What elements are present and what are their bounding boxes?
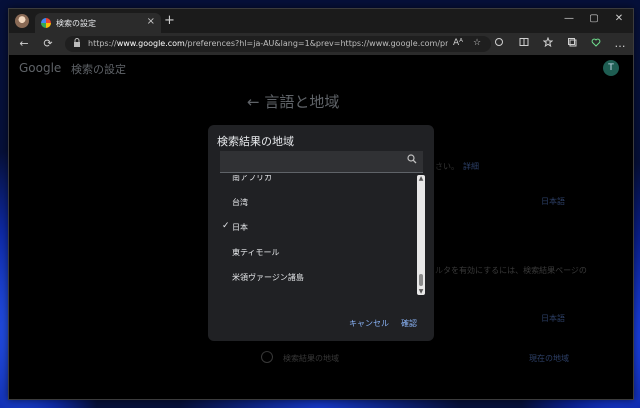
read-aloud-icon[interactable]: Aᴬ — [453, 38, 463, 48]
google-logo: Google — [19, 61, 62, 75]
extensions-icon[interactable] — [492, 37, 506, 50]
lock-icon — [73, 38, 81, 50]
cancel-button[interactable]: キャンセル — [349, 318, 389, 329]
new-tab-button[interactable]: + — [164, 13, 175, 28]
account-avatar[interactable]: T — [603, 60, 619, 76]
scrollbar[interactable]: ▲ ▼ — [417, 175, 425, 295]
back-arrow-icon[interactable]: ← — [247, 93, 260, 111]
list-item[interactable]: 東ティモール — [232, 247, 280, 258]
confirm-button[interactable]: 確認 — [401, 318, 417, 329]
scroll-down-icon[interactable]: ▼ — [417, 288, 425, 295]
globe-icon — [261, 351, 273, 363]
dialog-title: 検索結果の地域 — [217, 135, 294, 148]
scroll-up-icon[interactable]: ▲ — [417, 175, 425, 182]
list-item[interactable]: 南アフリカ — [232, 175, 272, 183]
toolbar: ← ⟳ https://www.google.com/preferences?h… — [9, 33, 633, 55]
page-content: Google 検索の設定 T ← 言語と地域 さい。 詳細 日本語 ルタを有効に… — [9, 55, 633, 399]
region-list: 南アフリカ 台湾 ✓ 日本 東ティモール 米領ヴァージン諸島 — [208, 175, 418, 295]
list-item[interactable]: 台湾 — [232, 197, 248, 208]
more-options-icon[interactable]: … — [613, 37, 627, 50]
address-bar[interactable]: https://www.google.com/preferences?hl=ja… — [65, 36, 491, 52]
tab-title: 検索の設定 — [56, 19, 96, 28]
settings-title: 検索の設定 — [71, 63, 126, 76]
url-text: https://www.google.com/preferences?hl=ja… — [88, 39, 448, 48]
region-dialog: 検索結果の地域 南アフリカ 台湾 ✓ 日本 東ティモール 米領ヴァージン諸島 ▲… — [208, 125, 434, 341]
favorites-icon[interactable] — [541, 36, 555, 50]
tab-search-settings[interactable]: 検索の設定 × — [35, 13, 161, 33]
browser-window: 検索の設定 × + — ▢ ✕ ← ⟳ https://www.google.c… — [8, 8, 634, 400]
close-window-button[interactable]: ✕ — [609, 13, 629, 24]
close-icon[interactable]: × — [147, 16, 155, 27]
google-favicon-icon — [41, 18, 51, 28]
list-item-selected[interactable]: 日本 — [232, 222, 248, 233]
bg-snippet-2: ルタを有効にするには、検索結果ページの — [435, 266, 587, 275]
profile-avatar-icon[interactable] — [15, 14, 29, 28]
region-value[interactable]: 現在の地域 — [529, 353, 569, 364]
back-icon[interactable]: ← — [17, 37, 31, 50]
bg-language-value[interactable]: 日本語 — [541, 196, 565, 207]
reload-icon[interactable]: ⟳ — [41, 37, 55, 50]
region-search-input[interactable] — [220, 151, 423, 173]
tab-strip: 検索の設定 × + — ▢ ✕ — [9, 9, 633, 33]
bg-snippet: さい。 — [435, 162, 459, 171]
bg-language-value-2[interactable]: 日本語 — [541, 313, 565, 324]
region-label: 検索結果の地域 — [283, 354, 339, 363]
collections-icon[interactable] — [565, 37, 579, 50]
maximize-button[interactable]: ▢ — [584, 13, 604, 24]
language-region-header: ← 言語と地域 — [247, 93, 340, 111]
list-item[interactable]: 米領ヴァージン諸島 — [232, 272, 304, 283]
browser-essentials-icon[interactable] — [589, 37, 603, 50]
favorite-star-icon[interactable]: ☆ — [473, 38, 481, 48]
search-icon — [407, 154, 417, 167]
check-icon: ✓ — [222, 221, 230, 231]
minimize-button[interactable]: — — [559, 13, 579, 24]
split-screen-icon[interactable] — [517, 37, 531, 50]
scroll-thumb[interactable] — [419, 274, 423, 286]
details-link[interactable]: 詳細 — [463, 161, 479, 172]
